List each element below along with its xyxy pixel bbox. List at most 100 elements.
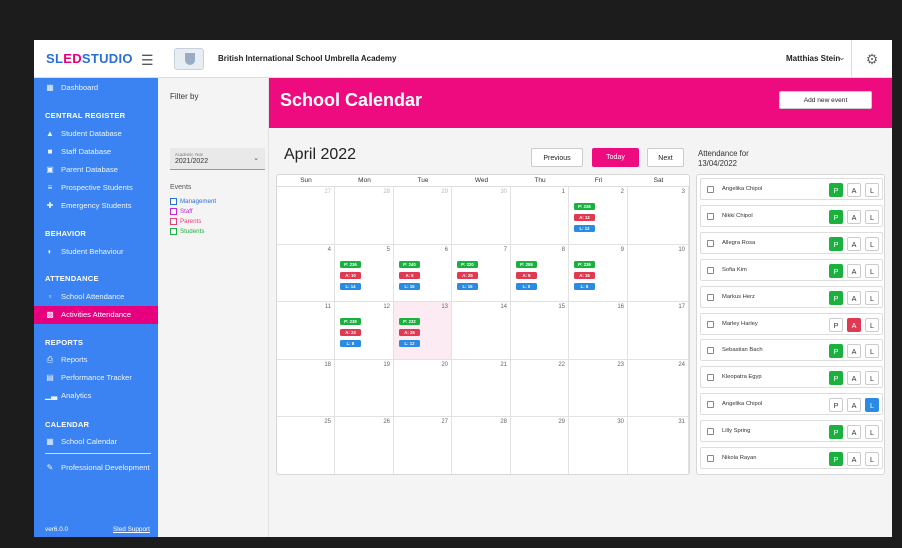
event-filter-staff[interactable]: Staff bbox=[170, 207, 193, 216]
student-checkbox[interactable] bbox=[707, 239, 714, 247]
absent-toggle[interactable]: A bbox=[847, 183, 861, 197]
late-count-badge[interactable]: L: 8 bbox=[574, 282, 595, 290]
calendar-day-cell[interactable]: 30 bbox=[452, 187, 511, 245]
calendar-day-cell[interactable]: 7 P: 220 A: 25 L: 15 bbox=[452, 244, 511, 303]
late-count-badge[interactable]: L: 0 bbox=[516, 282, 537, 290]
absent-count-badge[interactable]: A: 12 bbox=[574, 214, 595, 221]
absent-toggle[interactable]: A bbox=[847, 263, 861, 278]
event-filter-management[interactable]: Management bbox=[170, 197, 216, 206]
today-button[interactable]: Today bbox=[592, 148, 639, 167]
calendar-day-cell[interactable]: 27 bbox=[394, 417, 452, 474]
calendar-day-cell[interactable]: 1 bbox=[511, 187, 569, 245]
sidebar-item-dashboard[interactable]: ▦ Dashboard bbox=[34, 79, 158, 97]
calendar-day-cell[interactable]: 3 bbox=[628, 187, 689, 245]
late-toggle[interactable]: L bbox=[865, 263, 879, 278]
present-toggle[interactable]: P bbox=[829, 209, 843, 224]
absent-toggle[interactable]: A bbox=[847, 398, 861, 413]
calendar-day-cell[interactable]: 28 bbox=[452, 417, 511, 474]
late-toggle[interactable]: L bbox=[865, 371, 879, 386]
present-toggle[interactable]: P bbox=[829, 263, 843, 278]
calendar-day-cell[interactable]: 4 bbox=[277, 244, 335, 303]
student-checkbox[interactable] bbox=[707, 266, 714, 274]
sidebar-item-school-attendance[interactable]: ▫ School Attendance bbox=[34, 288, 158, 306]
present-toggle[interactable]: P bbox=[829, 183, 843, 197]
absent-toggle[interactable]: A bbox=[847, 452, 861, 466]
calendar-day-cell[interactable]: 11 bbox=[277, 302, 335, 360]
present-toggle[interactable]: P bbox=[829, 236, 843, 251]
calendar-day-cell[interactable]: 14 bbox=[452, 302, 511, 360]
late-count-badge[interactable]: L: 14 bbox=[340, 282, 361, 290]
present-count-badge[interactable]: P: 236 bbox=[340, 260, 361, 268]
sidebar-item-school-calendar[interactable]: ▦ School Calendar bbox=[34, 433, 158, 451]
student-checkbox[interactable] bbox=[707, 455, 714, 462]
absent-toggle[interactable]: A bbox=[847, 209, 861, 224]
sidebar-item-student-behaviour[interactable]: ◐ Student Behaviour bbox=[34, 243, 158, 261]
calendar-day-cell[interactable]: 24 bbox=[628, 359, 689, 418]
sled-studio-logo[interactable]: SLEDSTUDIO bbox=[46, 51, 133, 66]
calendar-day-cell[interactable]: 6 P: 240 A: 5 L: 15 bbox=[394, 244, 452, 303]
sidebar-item-performance-tracker[interactable]: ▤ Performance Tracker bbox=[34, 369, 158, 387]
calendar-day-cell[interactable]: 29 bbox=[511, 417, 569, 474]
calendar-day-cell[interactable]: 21 bbox=[452, 359, 511, 418]
student-checkbox[interactable] bbox=[707, 347, 714, 355]
absent-count-badge[interactable]: A: 23 bbox=[340, 329, 361, 337]
event-filter-students[interactable]: Students bbox=[170, 227, 204, 236]
checkbox[interactable] bbox=[170, 198, 177, 205]
present-toggle[interactable]: P bbox=[829, 290, 843, 305]
absent-toggle[interactable]: A bbox=[847, 290, 861, 305]
user-name[interactable]: Matthias Stein bbox=[786, 54, 840, 63]
sled-support-link[interactable]: Sled Support bbox=[113, 526, 150, 533]
calendar-day-cell[interactable]: 27 bbox=[277, 187, 335, 245]
absent-count-badge[interactable]: A: 5 bbox=[399, 271, 420, 279]
present-count-badge[interactable]: P: 240 bbox=[399, 260, 420, 268]
checkbox[interactable] bbox=[170, 208, 177, 215]
calendar-day-cell[interactable]: 10 bbox=[628, 244, 689, 303]
late-toggle[interactable]: L bbox=[865, 452, 879, 466]
calendar-day-cell[interactable]: 23 bbox=[569, 359, 628, 418]
absent-count-badge[interactable]: A: 10 bbox=[340, 271, 361, 279]
late-toggle[interactable]: L bbox=[865, 425, 879, 440]
late-toggle[interactable]: L bbox=[865, 290, 879, 305]
late-count-badge[interactable]: L: 8 bbox=[340, 340, 361, 348]
sidebar-item-student-database[interactable]: ▲ Student Database bbox=[34, 125, 158, 143]
present-count-badge[interactable]: P: 239 bbox=[340, 318, 361, 326]
present-toggle[interactable]: P bbox=[829, 452, 843, 466]
calendar-day-cell[interactable]: 16 bbox=[569, 302, 628, 360]
calendar-day-cell[interactable]: 12 P: 239 A: 23 L: 8 bbox=[335, 302, 394, 360]
absent-toggle[interactable]: A bbox=[847, 425, 861, 440]
calendar-day-cell[interactable]: 29 bbox=[394, 187, 452, 245]
calendar-day-cell[interactable]: 28 bbox=[335, 187, 394, 245]
student-checkbox[interactable] bbox=[707, 293, 714, 301]
menu-icon[interactable]: ☰ bbox=[141, 52, 154, 69]
absent-toggle[interactable]: A bbox=[847, 236, 861, 251]
checkbox[interactable] bbox=[170, 218, 177, 225]
calendar-day-cell[interactable]: 9 P: 236 A: 16 L: 8 bbox=[569, 244, 628, 303]
student-checkbox[interactable] bbox=[707, 212, 714, 220]
present-toggle[interactable]: P bbox=[829, 344, 843, 359]
absent-toggle[interactable]: A bbox=[847, 317, 861, 332]
gear-icon[interactable]: ⚙ bbox=[851, 40, 892, 78]
calendar-day-cell[interactable]: 8 P: 255 A: 5 L: 0 bbox=[511, 244, 569, 303]
absent-toggle[interactable]: A bbox=[847, 344, 861, 359]
student-checkbox[interactable] bbox=[707, 320, 714, 328]
checkbox[interactable] bbox=[170, 228, 177, 235]
calendar-day-cell[interactable]: 22 bbox=[511, 359, 569, 418]
student-checkbox[interactable] bbox=[707, 186, 714, 193]
present-count-badge[interactable]: P: 220 bbox=[457, 260, 478, 268]
sidebar-item-activities-attendance[interactable]: ▩ Activities Attendance bbox=[34, 306, 158, 324]
calendar-day-cell[interactable]: 19 bbox=[335, 359, 394, 418]
present-count-badge[interactable]: P: 236 bbox=[574, 203, 595, 210]
present-toggle[interactable]: P bbox=[829, 317, 843, 332]
calendar-day-cell[interactable]: 30 bbox=[569, 417, 628, 474]
calendar-day-cell[interactable]: 13 P: 232 A: 26 L: 12 bbox=[394, 302, 452, 360]
present-toggle[interactable]: P bbox=[829, 398, 843, 413]
sidebar-item-reports[interactable]: ⎙ Reports bbox=[34, 351, 158, 369]
absent-count-badge[interactable]: A: 26 bbox=[399, 329, 420, 337]
present-count-badge[interactable]: P: 236 bbox=[574, 260, 595, 268]
student-checkbox[interactable] bbox=[707, 401, 714, 409]
event-filter-parents[interactable]: Parents bbox=[170, 217, 201, 226]
late-count-badge[interactable]: L: 12 bbox=[574, 225, 595, 232]
calendar-day-cell[interactable]: 5 P: 236 A: 10 L: 14 bbox=[335, 244, 394, 303]
present-count-badge[interactable]: P: 255 bbox=[516, 260, 537, 268]
late-toggle[interactable]: L bbox=[865, 344, 879, 359]
